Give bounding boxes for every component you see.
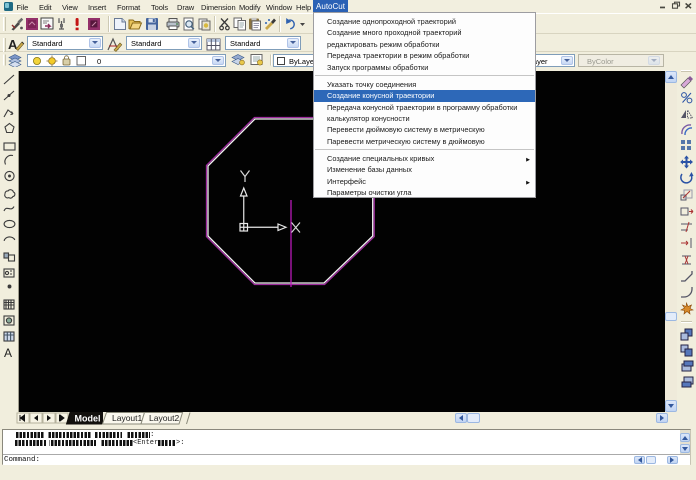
svg-text:Model: Model: [75, 414, 101, 424]
svg-text:A: A: [4, 346, 12, 360]
svg-text:Layout1: Layout1: [112, 413, 143, 423]
svg-text:Layout2: Layout2: [149, 413, 180, 423]
